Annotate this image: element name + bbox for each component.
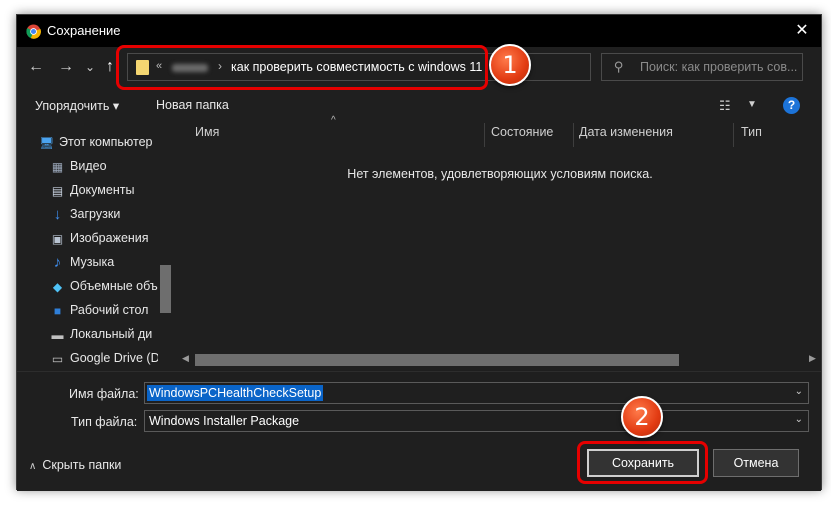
sidebar-item-label: Видео xyxy=(70,159,107,173)
drive-icon: ▭ xyxy=(51,352,64,366)
filename-label: Имя файла: xyxy=(69,387,139,401)
column-header-type[interactable]: Тип xyxy=(741,125,762,147)
sidebar-item-label: Музыка xyxy=(70,255,115,269)
view-options-icon[interactable]: ☷ xyxy=(719,98,731,114)
sidebar-item-label: Этот компьютер xyxy=(59,135,153,149)
view-options-caret-icon[interactable]: ▼ xyxy=(747,99,757,110)
back-button[interactable]: ← xyxy=(27,58,45,76)
hide-folders-button[interactable]: ∧ Скрыть папки xyxy=(29,458,121,472)
sidebar-item-label: Google Drive (D xyxy=(70,351,160,365)
callout-badge-2: 2 xyxy=(621,396,663,438)
column-header-status[interactable]: Состояние xyxy=(491,125,553,147)
callout-highlight-save xyxy=(577,441,708,484)
chevron-up-icon: ∧ xyxy=(29,461,37,472)
cancel-button[interactable]: Отмена xyxy=(713,449,799,477)
column-divider[interactable] xyxy=(573,123,574,147)
title-bar: Сохранение ✕ xyxy=(17,15,821,47)
empty-folder-message: Нет элементов, удовлетворяющих условиям … xyxy=(347,167,653,181)
local-disk-icon: ▬ xyxy=(51,328,64,342)
scroll-left-icon[interactable]: ◀ xyxy=(182,353,189,364)
video-icon: ▦ xyxy=(51,160,64,174)
3d-objects-icon: ◆ xyxy=(52,280,63,294)
search-placeholder: Поиск: как проверить сов... xyxy=(640,60,798,74)
sort-arrow-icon: ^ xyxy=(331,115,336,126)
monitor-icon: 🖥 xyxy=(39,136,55,150)
window-title: Сохранение xyxy=(47,23,121,38)
help-icon[interactable]: ? xyxy=(783,97,800,114)
music-icon: ♪ xyxy=(53,254,62,271)
callout-highlight-address xyxy=(116,45,488,90)
navpane-scrollbar[interactable] xyxy=(158,125,174,371)
download-icon: ↓ xyxy=(53,206,62,223)
forward-button[interactable]: → xyxy=(57,58,75,76)
sidebar-item-label: Объемные объ xyxy=(70,279,158,293)
column-header-date-modified[interactable]: Дата изменения xyxy=(579,125,673,147)
hide-folders-label: Скрыть папки xyxy=(42,458,122,472)
recent-locations-button[interactable]: ⌄ xyxy=(81,58,99,76)
filetype-dropdown-icon[interactable]: ⌄ xyxy=(795,414,803,425)
sidebar-item-label: Локальный ди xyxy=(70,327,153,341)
organize-button[interactable]: Упорядочить ▾ xyxy=(35,98,119,113)
search-icon: ⚲ xyxy=(614,59,624,74)
file-list: ^ Имя Состояние Дата изменения Тип Нет э… xyxy=(177,115,823,371)
desktop-icon: ■ xyxy=(53,304,62,318)
filetype-label: Тип файла: xyxy=(71,415,138,429)
filelist-scrollbar-thumb[interactable] xyxy=(195,354,679,366)
filetype-value: Windows Installer Package xyxy=(149,414,300,428)
filename-dropdown-icon[interactable]: ⌄ xyxy=(795,386,803,397)
sidebar-item-label: Документы xyxy=(70,183,135,197)
close-button[interactable]: ✕ xyxy=(791,20,813,42)
navpane-scrollbar-thumb[interactable] xyxy=(160,265,171,313)
scroll-right-icon[interactable]: ▶ xyxy=(809,353,816,364)
column-header-name[interactable]: Имя xyxy=(195,125,219,147)
document-icon: ▤ xyxy=(51,184,64,198)
filename-field[interactable]: WindowsPCHealthCheckSetup ⌄ xyxy=(144,382,809,404)
chrome-icon xyxy=(26,24,41,39)
navigation-pane: 🖥 Этот компьютер ▦ Видео ▤ Документы ↓ З… xyxy=(17,125,175,371)
sidebar-item-label: Загрузки xyxy=(70,207,121,221)
column-divider[interactable] xyxy=(484,123,485,147)
callout-badge-1: 1 xyxy=(489,44,531,86)
column-divider[interactable] xyxy=(733,123,734,147)
filename-value: WindowsPCHealthCheckSetup xyxy=(147,385,324,401)
sidebar-item-label: Рабочий стол xyxy=(70,303,149,317)
toolbar: Упорядочить ▾ Новая папка ☷ ▼ ? xyxy=(17,93,821,119)
filetype-select[interactable]: Windows Installer Package ⌄ xyxy=(144,410,809,432)
sidebar-item-label: Изображения xyxy=(70,231,149,245)
image-icon: ▣ xyxy=(51,232,64,246)
new-folder-button[interactable]: Новая папка xyxy=(156,98,229,112)
search-input[interactable]: ⚲ Поиск: как проверить сов... xyxy=(601,53,803,81)
